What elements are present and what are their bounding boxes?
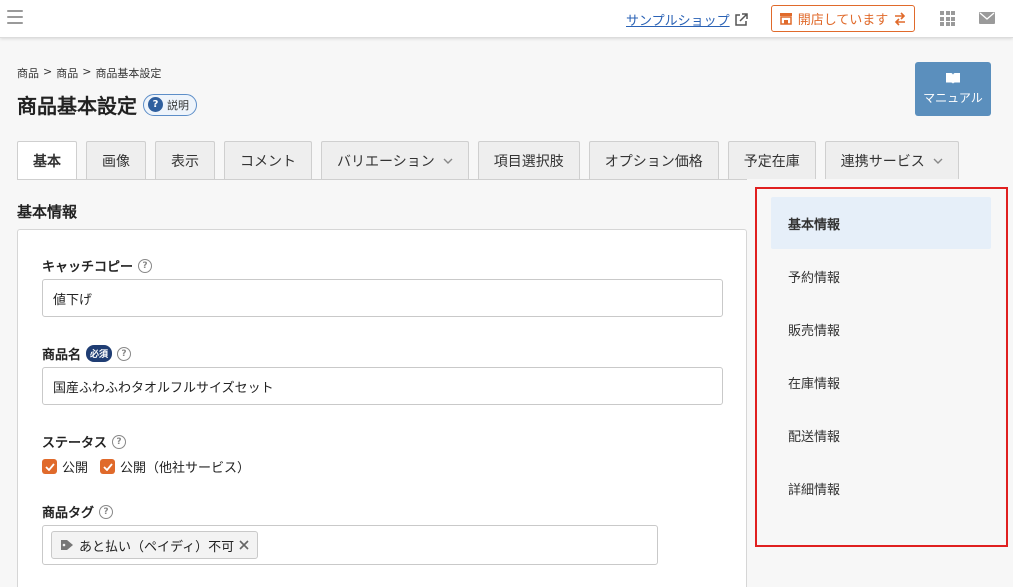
help-question-icon[interactable]: ? bbox=[138, 258, 153, 273]
basic-info-form: キャッチコピー ? 値下げ 商品名 必須 ? 国産ふわふわタオルフルサイズセット… bbox=[17, 229, 747, 587]
page-title-row: 商品基本設定 ? 説明 bbox=[17, 90, 197, 119]
store-icon bbox=[779, 13, 792, 25]
tab-planned-stock[interactable]: 予定在庫 bbox=[727, 141, 816, 179]
status-checkboxes: 公開 公開（他社サービス） bbox=[42, 457, 250, 476]
section-title: 基本情報 bbox=[17, 203, 78, 221]
tab-label: 表示 bbox=[171, 153, 199, 170]
manual-label: マニュアル bbox=[923, 91, 983, 105]
tab-display[interactable]: 表示 bbox=[155, 141, 215, 179]
swap-icon bbox=[895, 11, 906, 26]
tab-label: 項目選択肢 bbox=[493, 153, 564, 170]
tab-item-choices[interactable]: 項目選択肢 bbox=[477, 141, 580, 179]
product-name-label: 商品名 必須 ? bbox=[42, 344, 132, 363]
mail-icon[interactable] bbox=[979, 12, 995, 24]
product-name-input[interactable]: 国産ふわふわタオルフルサイズセット bbox=[42, 367, 723, 405]
tab-label: 連携サービス bbox=[840, 153, 925, 170]
tab-label: コメント bbox=[240, 153, 296, 170]
store-open-label: 開店しています bbox=[797, 13, 889, 28]
tab-label: オプション価格 bbox=[604, 153, 703, 170]
tab-images[interactable]: 画像 bbox=[86, 141, 146, 179]
tab-basic[interactable]: 基本 bbox=[17, 141, 77, 180]
menu-icon[interactable] bbox=[7, 10, 23, 24]
top-bar: サンプルショップ 開店しています bbox=[0, 0, 1013, 38]
breadcrumb-item[interactable]: 商品 bbox=[56, 65, 78, 81]
breadcrumb-separator: > bbox=[82, 65, 92, 78]
chevron-down-icon bbox=[443, 158, 453, 164]
checkbox-checked-icon bbox=[100, 459, 116, 474]
help-label: 説明 bbox=[167, 98, 189, 112]
help-icon: ? bbox=[148, 97, 163, 112]
side-nav-item-basic-info[interactable]: 基本情報 bbox=[771, 197, 991, 249]
tab-label: 予定在庫 bbox=[743, 153, 800, 170]
tab-label: 画像 bbox=[102, 153, 130, 170]
status-label-text: ステータス bbox=[42, 436, 108, 451]
product-name-label-text: 商品名 bbox=[42, 348, 82, 363]
chevron-down-icon bbox=[933, 158, 943, 164]
help-button[interactable]: ? 説明 bbox=[143, 93, 197, 116]
book-icon bbox=[946, 73, 960, 84]
tab-label: 基本 bbox=[33, 154, 61, 170]
side-nav-item-detail-info[interactable]: 詳細情報 bbox=[771, 462, 991, 514]
status-label: ステータス ? bbox=[42, 432, 127, 451]
help-question-icon[interactable]: ? bbox=[112, 434, 127, 449]
product-tag-label-text: 商品タグ bbox=[42, 506, 95, 521]
status-public-checkbox[interactable]: 公開 bbox=[42, 457, 88, 476]
help-question-icon[interactable]: ? bbox=[99, 504, 114, 519]
breadcrumb-item[interactable]: 商品 bbox=[17, 65, 39, 81]
tab-option-price[interactable]: オプション価格 bbox=[588, 141, 719, 179]
tab-variation[interactable]: バリエーション bbox=[321, 141, 469, 179]
status-option-label: 公開（他社サービス） bbox=[120, 461, 251, 476]
side-nav-item-shipping-info[interactable]: 配送情報 bbox=[771, 409, 991, 461]
side-nav-item-sales-info[interactable]: 販売情報 bbox=[771, 303, 991, 355]
tab-linked-services[interactable]: 連携サービス bbox=[824, 141, 959, 179]
page-title: 商品基本設定 bbox=[17, 94, 137, 118]
tab-label: バリエーション bbox=[337, 153, 435, 170]
side-nav-item-stock-info[interactable]: 在庫情報 bbox=[771, 356, 991, 408]
catch-copy-input[interactable]: 値下げ bbox=[42, 279, 723, 317]
tag-icon bbox=[61, 540, 73, 550]
breadcrumb: 商品 > 商品 > 商品基本設定 bbox=[17, 65, 161, 81]
external-link-icon bbox=[734, 12, 748, 26]
breadcrumb-separator: > bbox=[43, 65, 53, 78]
close-icon[interactable] bbox=[239, 540, 249, 550]
catch-copy-value: 値下げ bbox=[53, 292, 93, 308]
status-option-label: 公開 bbox=[62, 461, 89, 476]
side-nav-item-reservation-info[interactable]: 予約情報 bbox=[771, 250, 991, 302]
tab-bar: 基本 画像 表示 コメント バリエーション 項目選択肢 オプション価格 予定在庫… bbox=[17, 141, 959, 180]
section-side-nav: 基本情報 予約情報 販売情報 在庫情報 配送情報 詳細情報 bbox=[755, 187, 1008, 547]
store-open-toggle[interactable]: 開店しています bbox=[771, 5, 915, 32]
checkbox-checked-icon bbox=[42, 459, 57, 474]
tab-divider bbox=[17, 179, 747, 180]
apps-grid-icon[interactable] bbox=[940, 11, 955, 26]
help-question-icon[interactable]: ? bbox=[117, 346, 132, 361]
sample-shop-link[interactable]: サンプルショップ bbox=[626, 10, 748, 29]
breadcrumb-current: 商品基本設定 bbox=[95, 67, 162, 80]
catch-copy-label: キャッチコピー ? bbox=[42, 256, 153, 275]
required-badge: 必須 bbox=[86, 345, 113, 362]
product-name-value: 国産ふわふわタオルフルサイズセット bbox=[53, 380, 274, 396]
product-tag-chip: あと払い（ペイディ）不可 bbox=[51, 531, 259, 559]
status-public-other-services-checkbox[interactable]: 公開（他社サービス） bbox=[100, 457, 250, 476]
sample-shop-link-label: サンプルショップ bbox=[626, 14, 730, 29]
product-tag-input[interactable]: あと払い（ペイディ）不可 bbox=[42, 525, 658, 565]
tab-comment[interactable]: コメント bbox=[224, 141, 312, 179]
product-tag-label: 商品タグ ? bbox=[42, 502, 114, 521]
product-tag-chip-label: あと払い（ペイディ）不可 bbox=[79, 539, 235, 555]
catch-copy-label-text: キャッチコピー bbox=[42, 260, 134, 275]
manual-button[interactable]: マニュアル bbox=[915, 62, 991, 116]
